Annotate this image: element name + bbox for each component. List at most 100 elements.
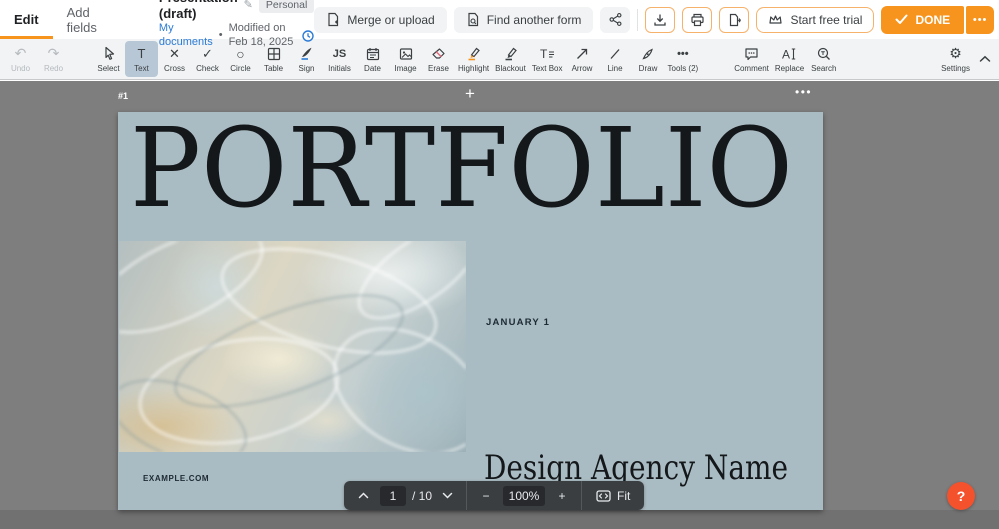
highlighter-icon (466, 45, 481, 62)
header-divider (637, 8, 639, 31)
fit-to-width-button[interactable]: Fit (588, 489, 638, 503)
tool-initials[interactable]: JS Initials (323, 41, 356, 77)
document-canvas[interactable]: #1 + ••• PORTFOLIO JANUARY 1 Design Agen… (0, 81, 999, 529)
zoom-level-input[interactable]: 100% (503, 485, 546, 506)
replace-text-icon: A (782, 45, 798, 62)
find-another-form-button[interactable]: Find another form (453, 6, 594, 33)
help-button[interactable]: ? (947, 482, 975, 510)
top-header: Edit Add fields Presentation (draft) ✎ P… (0, 0, 999, 48)
next-page-button[interactable] (434, 481, 460, 510)
slide-title-text[interactable]: PORTFOLIO (118, 114, 823, 219)
start-free-trial-button[interactable]: Start free trial (756, 6, 875, 33)
done-more-button[interactable]: ••• (966, 5, 995, 34)
redo-icon: ↷ (47, 45, 60, 61)
tool-arrow[interactable]: Arrow (566, 41, 599, 77)
mode-tabs: Edit Add fields (0, 0, 111, 39)
header-actions: Merge or upload Find another form Start … (314, 0, 999, 39)
share-button[interactable] (600, 6, 631, 33)
document-transfer-icon (729, 13, 741, 26)
text-box-icon: T (539, 45, 555, 62)
tab-add-fields[interactable]: Add fields (53, 0, 111, 39)
tab-edit[interactable]: Edit (0, 0, 53, 39)
tool-highlight[interactable]: Highlight (455, 41, 492, 77)
calendar-icon (366, 45, 380, 62)
arrow-icon (575, 45, 589, 62)
svg-text:PORTFOLIO: PORTFOLIO (130, 114, 793, 219)
download-icon (654, 14, 667, 26)
my-documents-link[interactable]: My documents (159, 22, 213, 50)
merge-or-upload-button[interactable]: Merge or upload (314, 6, 447, 33)
page-number-label: #1 (118, 91, 129, 101)
zoom-in-button[interactable]: + (549, 481, 575, 510)
page-navigation-bar: 1 / 10 − 100% + Fit (344, 481, 645, 510)
cursor-icon (102, 45, 116, 62)
eraser-icon (431, 45, 446, 62)
initials-icon: JS (332, 47, 347, 60)
previous-page-button[interactable] (350, 481, 376, 510)
pagenav-divider (466, 481, 468, 510)
document-title: Presentation (draft) (158, 0, 238, 21)
crown-icon (768, 13, 783, 26)
chevron-up-icon (979, 55, 991, 62)
tool-text-box[interactable]: T Text Box (529, 41, 566, 77)
total-pages-label: / 10 (412, 488, 433, 503)
comment-bubble-icon (744, 45, 759, 62)
pen-icon (641, 45, 655, 62)
personal-badge: Personal (258, 0, 315, 14)
done-button[interactable]: DONE (881, 5, 965, 34)
editor-toolbar: ↶ Undo ↷ Redo Select T Text ✕ Cross ✓ Ch… (0, 39, 999, 80)
slide-website-text[interactable]: EXAMPLE.COM (143, 474, 209, 483)
more-tools-icon: ••• (677, 47, 689, 60)
tool-search[interactable]: Search (807, 41, 840, 77)
merge-document-icon (326, 12, 340, 27)
tool-image[interactable]: Image (389, 41, 422, 77)
svg-text:T: T (540, 47, 548, 61)
collapse-toolbar-button[interactable] (979, 55, 991, 63)
zoom-out-button[interactable]: − (473, 481, 499, 510)
tool-settings[interactable]: ⚙ Settings (938, 41, 973, 77)
tool-select[interactable]: Select (92, 41, 125, 77)
done-group: DONE ••• (881, 5, 995, 34)
slide-page-1[interactable]: PORTFOLIO JANUARY 1 Design Agency Name E… (118, 112, 823, 510)
svg-text:A: A (782, 47, 790, 61)
tool-text[interactable]: T Text (125, 41, 158, 77)
download-button[interactable] (645, 6, 676, 33)
modified-date: Modified on Feb 18, 2025 (228, 22, 294, 48)
tool-blackout[interactable]: Blackout (492, 41, 529, 77)
tool-replace[interactable]: A Replace (772, 41, 807, 77)
tool-undo[interactable]: ↶ Undo (4, 41, 37, 77)
gear-icon: ⚙ (949, 45, 962, 61)
current-page-input[interactable]: 1 (380, 485, 406, 506)
tool-erase[interactable]: Erase (422, 41, 455, 77)
slide-glass-image[interactable] (119, 241, 466, 452)
undo-icon: ↶ (14, 45, 27, 61)
tool-line[interactable]: Line (599, 41, 632, 77)
canvas-bottom-shade (0, 510, 999, 529)
image-icon (399, 45, 413, 62)
check-icon (895, 14, 908, 24)
tool-comment[interactable]: Comment (731, 41, 772, 77)
print-button[interactable] (682, 6, 713, 33)
tool-tools-more[interactable]: ••• Tools (2) (665, 41, 702, 77)
tool-date[interactable]: Date (356, 41, 389, 77)
pagenav-divider (581, 481, 583, 510)
text-icon: T (137, 46, 146, 61)
search-text-icon (817, 45, 831, 62)
print-icon (691, 13, 704, 26)
page-options-button[interactable]: ••• (795, 85, 812, 99)
chevron-up-icon (358, 492, 368, 499)
dot-separator: • (218, 28, 223, 41)
rename-icon[interactable]: ✎ (244, 0, 253, 13)
find-form-icon (466, 12, 480, 27)
chevron-down-icon (442, 492, 452, 499)
tool-redo[interactable]: ↷ Redo (37, 41, 70, 77)
add-page-button[interactable]: + (455, 84, 485, 106)
document-info: Presentation (draft) ✎ Personal My docum… (158, 0, 315, 48)
line-icon (608, 45, 622, 62)
history-clock-icon[interactable] (302, 30, 315, 42)
share-icon (609, 13, 622, 26)
fit-icon (596, 489, 611, 502)
slide-date-text[interactable]: JANUARY 1 (486, 317, 550, 328)
fax-button[interactable] (719, 6, 750, 33)
tool-draw[interactable]: Draw (632, 41, 665, 77)
